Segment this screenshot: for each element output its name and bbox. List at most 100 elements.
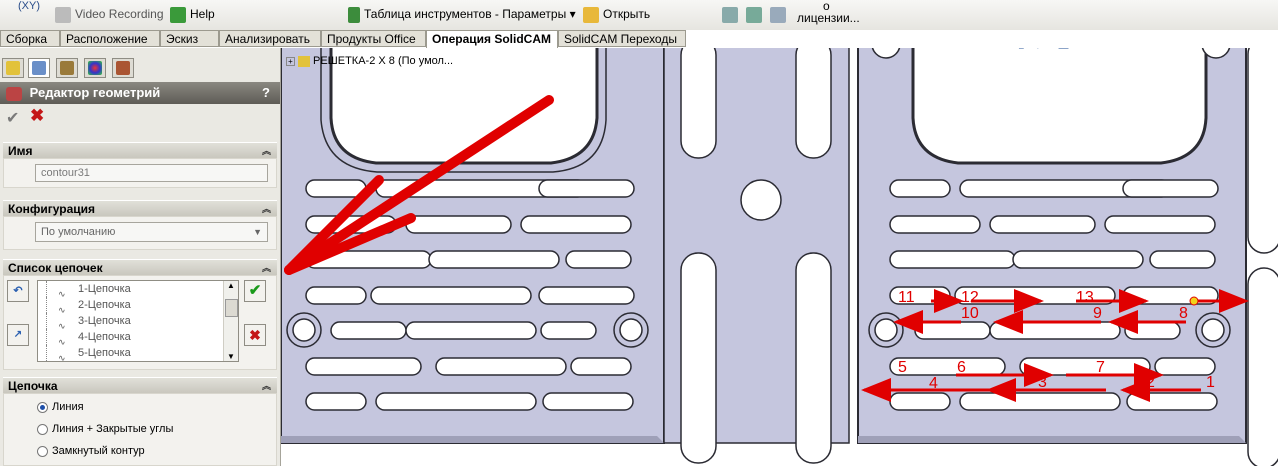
slot <box>989 321 1121 340</box>
chain-section-header[interactable]: Цепочка ︽ <box>3 377 277 393</box>
tab-solidcam-transitions[interactable]: SolidCAM Переходы <box>558 30 686 47</box>
view-toolbar: ⊕ ⊙ ↯ ▮ ◈▾ ▣▾ ∞▾ ● ▲ <box>961 48 1145 51</box>
scroll-up-icon[interactable]: ▲ <box>224 281 238 290</box>
license-link[interactable]: о лицензии... <box>797 0 860 24</box>
appearance-tab[interactable] <box>84 58 106 78</box>
collapse-icon[interactable]: ︽ <box>262 201 271 217</box>
appearance-icon[interactable]: ● <box>1108 48 1116 50</box>
scene-icon[interactable]: ▲ <box>1124 48 1137 50</box>
section-view-icon[interactable]: ▮ <box>1018 48 1025 50</box>
scroll-down-icon[interactable]: ▼ <box>224 352 238 361</box>
zoom-area-icon[interactable]: ⊙ <box>980 48 991 50</box>
graphics-viewport[interactable]: +РЕШЕТКА-2 X 8 (По умол... ⊕⊙↯▮◈▾▣▾∞▾●▲ … <box>281 48 1278 466</box>
tree-icon[interactable] <box>770 7 790 23</box>
pointer-icon: ↗ <box>13 329 23 340</box>
tab-assembly[interactable]: Сборка <box>0 30 60 47</box>
undo-icon: ↶ <box>13 285 23 297</box>
slot <box>889 179 951 198</box>
collapse-icon[interactable]: ︽ <box>262 378 271 394</box>
undo-button[interactable]: ↶ <box>7 280 29 302</box>
part-drawing <box>281 48 1278 466</box>
tab-sketch[interactable]: Эскиз <box>160 30 219 47</box>
radio-line-closed-corners[interactable]: Линия + Закрытые углы <box>37 423 173 435</box>
right-plate-bevel <box>858 436 1246 443</box>
hide-show-icon[interactable]: ∞▾ <box>1084 48 1100 50</box>
tab-layout[interactable]: Расположение <box>60 30 160 47</box>
list-item[interactable]: ∿ 3-Цепочка <box>38 313 238 331</box>
feature-tree-icon <box>6 61 20 75</box>
display-style-icon[interactable]: ▣▾ <box>1057 48 1076 50</box>
config-section-header[interactable]: Конфигурация ︽ <box>3 200 277 216</box>
chain-number-label: 3 <box>1038 374 1047 391</box>
solidcam-tab[interactable] <box>112 58 134 78</box>
radio-closed-contour[interactable]: Замкнутый контур <box>37 445 145 457</box>
view-orientation-icon[interactable]: ◈▾ <box>1033 48 1050 50</box>
tab-analyze[interactable]: Анализировать <box>219 30 321 47</box>
delete-chain-button[interactable]: ✖ <box>244 324 266 346</box>
slot <box>305 179 367 198</box>
chains-section-title: Список цепочек <box>8 261 103 275</box>
list-item[interactable]: ∿ 1-Цепочка <box>38 281 238 299</box>
slot <box>1122 179 1219 198</box>
name-section-title: Имя <box>8 144 33 158</box>
feature-tree-root[interactable]: + РЕШЕТКА-2 X 8 (По умол... <box>286 55 453 67</box>
collapse-icon[interactable]: ︽ <box>262 143 271 159</box>
config-tab[interactable] <box>56 58 78 78</box>
open-button[interactable]: Открыть <box>583 7 650 23</box>
list-item[interactable]: ∿ 2-Цепочка <box>38 297 238 315</box>
list-scrollbar[interactable]: ▲ ▼ <box>223 281 238 361</box>
radio-dot <box>37 401 48 413</box>
video-recording-button[interactable]: Video Recording <box>55 7 164 23</box>
chain-number-label: 5 <box>898 359 907 376</box>
scroll-thumb[interactable] <box>225 299 238 317</box>
hole <box>874 318 898 342</box>
middle-slot-left <box>680 252 717 464</box>
radio-line[interactable]: Линия <box>37 401 84 413</box>
copy-icon[interactable] <box>722 7 742 23</box>
slot <box>405 215 512 234</box>
slot <box>435 357 567 376</box>
previous-view-icon[interactable]: ↯ <box>999 48 1010 50</box>
list-item[interactable]: ∿ 4-Цепочка <box>38 329 238 347</box>
dropdown-arrow-icon[interactable]: ▾ <box>570 7 576 21</box>
name-field[interactable]: contour31 <box>35 164 268 182</box>
slot <box>540 321 597 340</box>
check-icon: ✔ <box>248 282 262 299</box>
ok-button[interactable]: ✔ <box>6 108 19 128</box>
accept-chain-button[interactable]: ✔ <box>244 280 266 302</box>
config-section-body: По умолчанию ▼ <box>3 216 277 250</box>
collapse-icon[interactable]: ︽ <box>262 260 271 276</box>
chains-section-header[interactable]: Список цепочек ︽ <box>3 259 277 275</box>
radio-label: Замкнутый контур <box>52 445 145 457</box>
chain-number-label: 8 <box>1179 305 1188 322</box>
slot <box>1012 250 1144 269</box>
help-button[interactable]: Help <box>170 7 215 23</box>
xy-label: (XY) <box>18 0 40 12</box>
chain-list[interactable]: ∿ 1-Цепочка ∿ 2-Цепочка ∿ 3-Цепочка ∿ 4-Цепо… <box>37 280 239 362</box>
list-item[interactable]: ∿ 5-Цепочка <box>38 345 238 361</box>
name-section-header[interactable]: Имя ︽ <box>3 142 277 158</box>
left-plate-bevel <box>281 436 664 443</box>
feature-tree-tab[interactable] <box>2 58 24 78</box>
edit-icon[interactable] <box>746 7 766 23</box>
video-icon <box>55 7 71 23</box>
middle-slot-top-right <box>795 48 832 159</box>
tab-office-products[interactable]: Продукты Office <box>321 30 426 47</box>
slot <box>889 215 981 234</box>
open-label: Открыть <box>603 7 651 22</box>
solidcam-icon <box>116 61 130 75</box>
tree-root-label: РЕШЕТКА-2 X 8 (По умол... <box>313 55 454 67</box>
tab-solidcam-operation[interactable]: Операция SolidCAM <box>426 30 558 49</box>
help-icon <box>170 7 186 23</box>
config-select[interactable]: По умолчанию ▼ <box>35 222 268 242</box>
select-chain-button[interactable]: ↗ <box>7 324 29 346</box>
expand-icon[interactable]: + <box>286 57 295 66</box>
property-tab[interactable] <box>28 58 50 78</box>
tools-table-button[interactable]: Таблица инструментов - Параметры ▾ <box>348 7 576 23</box>
panel-tabs <box>0 58 280 80</box>
chain-number-label: 10 <box>961 305 979 322</box>
cancel-button[interactable]: ✖ <box>30 106 44 126</box>
part-icon <box>298 55 310 67</box>
zoom-fit-icon[interactable]: ⊕ <box>961 48 972 50</box>
panel-help-button[interactable]: ? <box>262 82 270 104</box>
